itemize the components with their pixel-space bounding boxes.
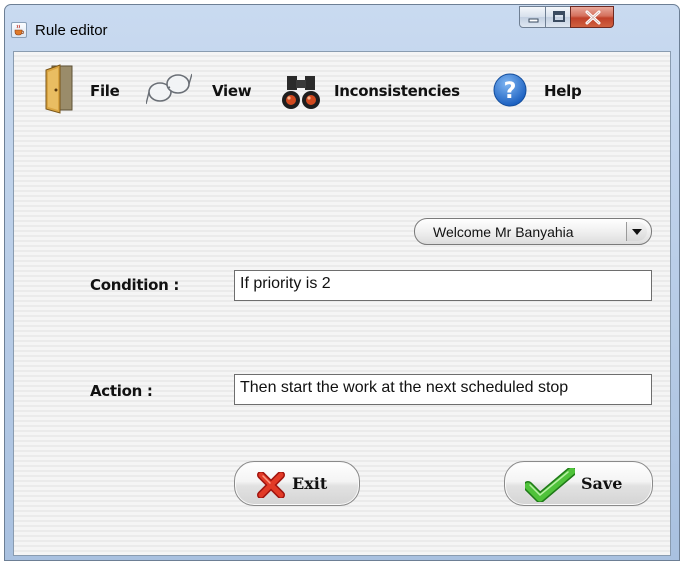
help-question-icon: ? [493, 73, 527, 107]
close-icon[interactable] [570, 6, 614, 28]
exit-button[interactable]: Exit [234, 461, 360, 506]
maximize-icon[interactable] [545, 6, 571, 28]
condition-label: Condition : [90, 276, 180, 294]
menu-file-label: File [90, 82, 120, 100]
menu-help[interactable]: ? Help [492, 52, 592, 118]
menu-bar: File View Inconsistencies ? Help [14, 52, 670, 118]
window-title: Rule editor [35, 22, 108, 39]
user-menu-label: Welcome Mr Banyahia [433, 224, 574, 240]
menu-view-label: View [212, 82, 252, 100]
file-door-icon [45, 64, 73, 114]
title-bar[interactable]: Rule editor [5, 5, 679, 51]
menu-inconsistencies-label: Inconsistencies [334, 82, 460, 100]
menu-file[interactable]: File [42, 52, 138, 118]
client-area: File View Inconsistencies ? Help Welcome… [13, 51, 671, 556]
red-x-icon [257, 472, 285, 498]
dropdown-arrow-icon[interactable] [626, 222, 647, 241]
menu-view[interactable]: View [146, 52, 264, 118]
rule-editor-window: Rule editor File View Inconsistencies ? … [4, 4, 680, 561]
java-cup-icon [11, 22, 27, 38]
exit-button-label: Exit [292, 474, 328, 493]
green-check-icon [525, 468, 575, 502]
menu-inconsistencies[interactable]: Inconsistencies [282, 52, 490, 118]
action-label: Action : [90, 382, 153, 400]
action-input[interactable]: Then start the work at the next schedule… [234, 374, 652, 405]
save-button[interactable]: Save [504, 461, 653, 506]
glasses-icon [146, 73, 192, 105]
menu-help-label: Help [544, 82, 582, 100]
binoculars-icon [282, 76, 320, 109]
save-button-label: Save [581, 474, 623, 493]
minimize-icon[interactable] [519, 6, 546, 28]
user-menu-dropdown[interactable]: Welcome Mr Banyahia [414, 218, 652, 245]
svg-text:?: ? [504, 79, 517, 104]
condition-input[interactable]: If priority is 2 [234, 270, 652, 301]
